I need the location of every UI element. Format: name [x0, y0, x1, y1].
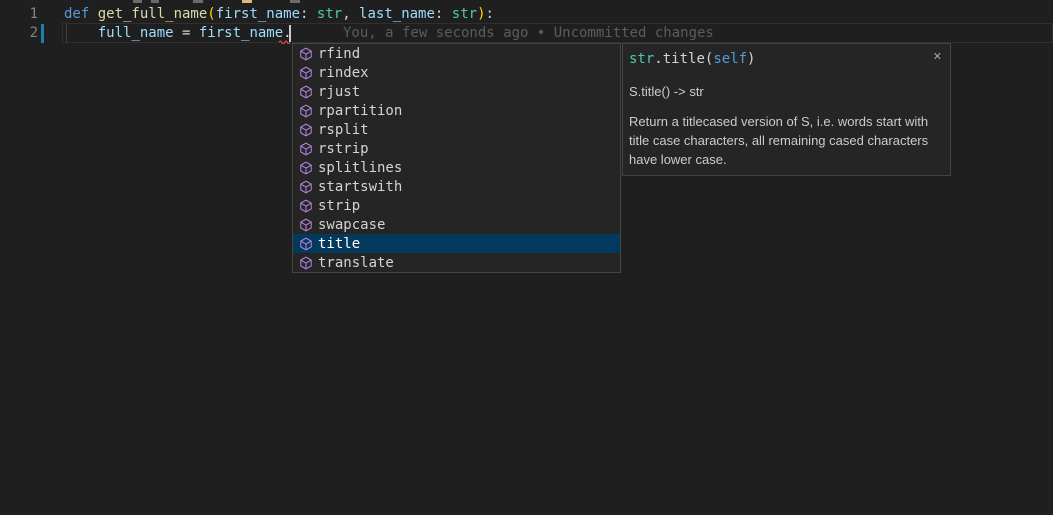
suggest-item-label: translate	[318, 255, 394, 271]
symbol-method-icon	[298, 103, 314, 119]
git-blame-annotation: You, a few seconds ago • Uncommitted cha…	[343, 24, 714, 43]
docs-description: Return a titlecased version of S, i.e. w…	[629, 112, 937, 169]
suggest-item[interactable]: splitlines	[293, 158, 620, 177]
suggest-item[interactable]: rpartition	[293, 101, 620, 120]
close-icon[interactable]: ✕	[933, 50, 942, 64]
suggest-item[interactable]: rjust	[293, 82, 620, 101]
line-number-2[interactable]: 2	[0, 24, 38, 43]
symbol-method-icon	[298, 141, 314, 157]
suggest-item[interactable]: rindex	[293, 63, 620, 82]
suggest-item-label: swapcase	[318, 217, 385, 233]
suggest-item[interactable]: title	[293, 234, 620, 253]
symbol-method-icon	[298, 160, 314, 176]
code-editor[interactable]: 1 2 def get_full_name(first_name: str, l…	[0, 0, 1053, 515]
symbol-method-icon	[298, 179, 314, 195]
code-line-1[interactable]: def get_full_name(first_name: str, last_…	[64, 5, 494, 24]
suggest-item[interactable]: strip	[293, 196, 620, 215]
clipped-text-fragment	[133, 0, 142, 3]
clipped-text-fragment	[242, 0, 252, 3]
docs-summary: S.title() -> str	[629, 84, 940, 99]
suggest-item-label: splitlines	[318, 160, 402, 176]
line-number-1[interactable]: 1	[0, 5, 38, 24]
docs-signature: str.title(self)	[629, 51, 755, 67]
error-squiggle	[279, 39, 290, 44]
suggest-item[interactable]: startswith	[293, 177, 620, 196]
suggest-docs-panel: str.title(self) ✕ S.title() -> str Retur…	[622, 43, 951, 176]
suggest-item[interactable]: rfind	[293, 44, 620, 63]
symbol-method-icon	[298, 217, 314, 233]
suggest-item-label: rjust	[318, 84, 360, 100]
suggest-item[interactable]: swapcase	[293, 215, 620, 234]
suggest-item-label: rstrip	[318, 141, 369, 157]
suggest-item[interactable]: rstrip	[293, 139, 620, 158]
suggest-item-label: rfind	[318, 46, 360, 62]
clipped-text-fragment	[193, 0, 203, 3]
suggest-item[interactable]: rsplit	[293, 120, 620, 139]
suggest-widget: rfind rindex rjust rpartition	[292, 43, 621, 273]
suggest-item[interactable]: translate	[293, 253, 620, 272]
code-line-2[interactable]: full_name = first_name.	[64, 24, 292, 43]
clipped-text-fragment	[151, 0, 159, 3]
symbol-method-icon	[298, 65, 314, 81]
clipped-text-fragment	[290, 0, 300, 3]
suggest-item-label: rsplit	[318, 122, 369, 138]
symbol-method-icon	[298, 236, 314, 252]
symbol-method-icon	[298, 122, 314, 138]
docs-header: str.title(self) ✕	[629, 50, 940, 69]
symbol-method-icon	[298, 255, 314, 271]
suggest-item-label: strip	[318, 198, 360, 214]
symbol-method-icon	[298, 198, 314, 214]
symbol-method-icon	[298, 84, 314, 100]
symbol-method-icon	[298, 46, 314, 62]
suggest-item-label: startswith	[318, 179, 402, 195]
suggest-item-label: title	[318, 236, 360, 252]
suggest-item-label: rindex	[318, 65, 369, 81]
git-modified-gutter-indicator	[41, 24, 44, 43]
suggest-item-label: rpartition	[318, 103, 402, 119]
suggest-list: rfind rindex rjust rpartition	[293, 44, 620, 272]
